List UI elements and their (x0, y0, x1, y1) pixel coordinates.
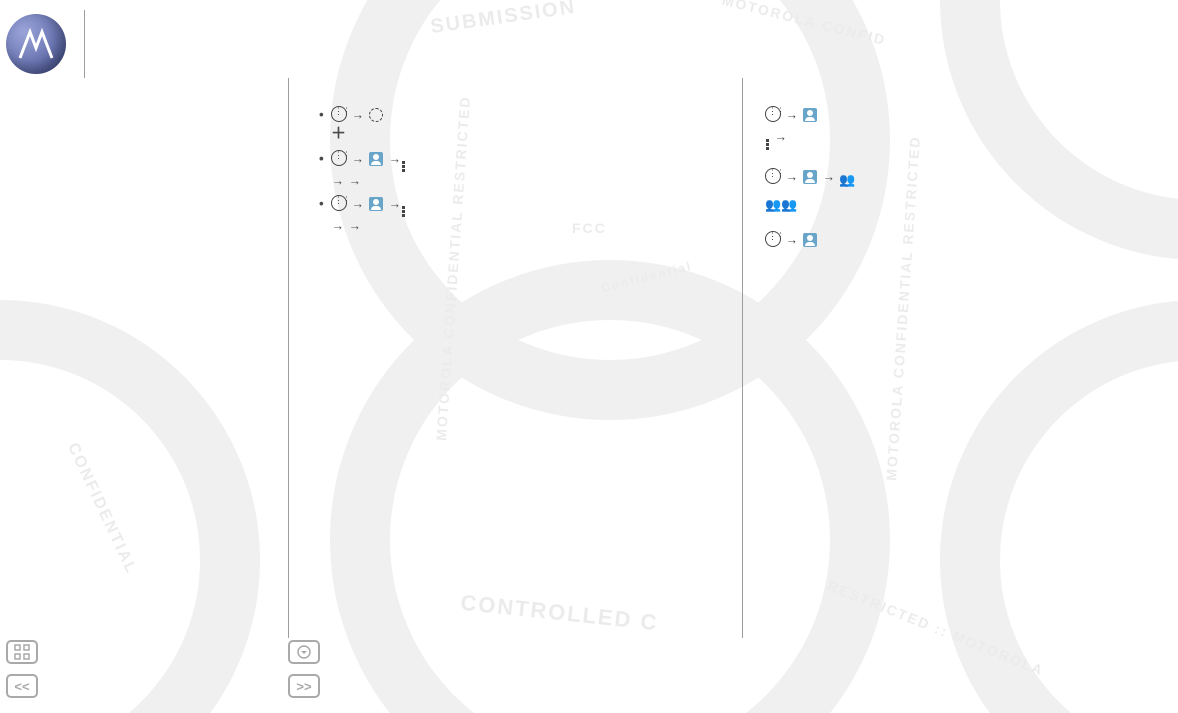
share-how: → (765, 128, 1174, 150)
group-icon: 👥 (839, 171, 855, 189)
findit-groups: → → 👥 (765, 168, 1174, 189)
plus-icon: ＋ (331, 125, 346, 142)
people-icon (369, 197, 383, 211)
bullet-social: → ＋ (319, 106, 720, 144)
menu-icon (402, 206, 405, 217)
people-icon (803, 170, 817, 184)
toc-sidebar (0, 78, 270, 638)
group-icon: 👥 (781, 196, 797, 214)
bullet-computer: → → → → (319, 195, 720, 235)
gear-icon (369, 108, 383, 122)
content-column-1: → ＋ → → → → → → → → (307, 78, 724, 638)
column-divider-1 (288, 78, 289, 638)
menu-icon (402, 161, 405, 172)
bullet-sim: → → → → (319, 150, 720, 190)
more-button[interactable] (288, 640, 320, 664)
menu-icon (766, 139, 769, 150)
people-icon (803, 233, 817, 247)
back-button[interactable]: << (6, 674, 38, 698)
groups-create: 👥👥 (765, 193, 1174, 214)
apps-icon (331, 195, 347, 211)
menu-button[interactable] (6, 640, 38, 664)
footer-nav: << >> (0, 635, 330, 713)
motorola-logo (6, 14, 66, 74)
people-icon (803, 108, 817, 122)
findit-share: → (765, 106, 1174, 124)
group-icon: 👥 (765, 196, 781, 214)
apps-icon (331, 106, 347, 122)
header-divider (84, 10, 85, 78)
apps-icon (331, 150, 347, 166)
column-divider-2 (742, 78, 743, 638)
apps-icon (765, 106, 781, 122)
findit-details: → (765, 231, 1174, 249)
next-button[interactable]: >> (288, 674, 320, 698)
people-icon (369, 152, 383, 166)
content-column-2: → → → → 👥 👥👥 → (761, 78, 1178, 638)
apps-icon (765, 231, 781, 247)
apps-icon (765, 168, 781, 184)
